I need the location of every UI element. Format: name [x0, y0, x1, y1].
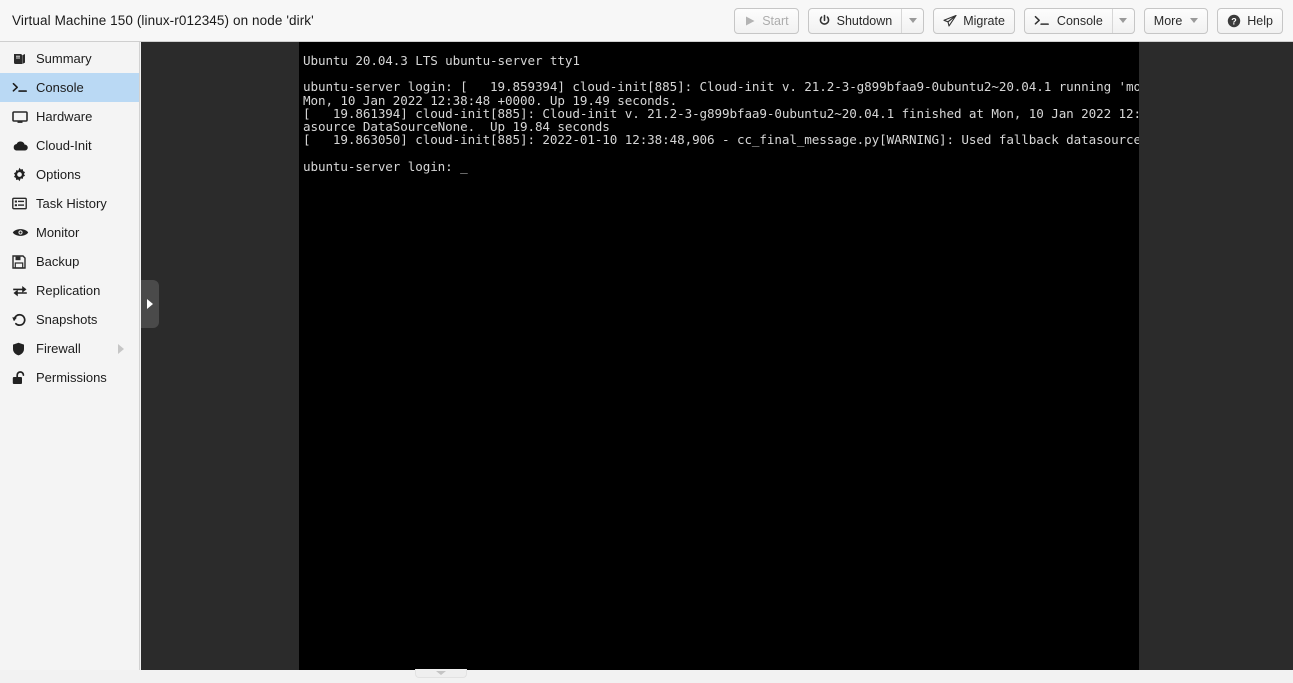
sidebar-item-label: Snapshots: [36, 312, 98, 327]
chevron-down-icon: [436, 671, 446, 675]
exchange-icon: [12, 284, 31, 298]
start-button-label: Start: [762, 13, 789, 28]
terminal-icon: [12, 81, 31, 94]
chevron-right-icon[interactable]: [118, 343, 124, 354]
sidebar-item-replication[interactable]: Replication: [0, 276, 139, 305]
terminal-screen[interactable]: Ubuntu 20.04.3 LTS ubuntu-server tty1 ub…: [299, 42, 1139, 670]
sidebar-item-console[interactable]: Console: [0, 73, 139, 102]
more-button-label: More: [1153, 13, 1183, 28]
power-icon: [818, 14, 831, 27]
shield-icon: [12, 342, 31, 356]
monitor-icon: [12, 110, 31, 124]
list-icon: [12, 197, 31, 210]
sidebar-item-label: Hardware: [36, 109, 93, 124]
start-button[interactable]: Start: [734, 7, 799, 34]
sidebar-item-label: Options: [36, 167, 81, 182]
vm-toolbar: Start Shutdown Migrate Console More ? He…: [734, 7, 1293, 34]
sidebar-item-label: Permissions: [36, 370, 107, 385]
terminal-icon: [1034, 14, 1051, 27]
help-circle-icon: ?: [1227, 14, 1241, 28]
console-pane: Ubuntu 20.04.3 LTS ubuntu-server tty1 ub…: [141, 42, 1293, 670]
help-button-label: Help: [1247, 13, 1273, 28]
sidebar-item-label: Replication: [36, 283, 101, 298]
shutdown-button-label: Shutdown: [836, 13, 893, 28]
play-icon: [744, 15, 756, 27]
chevron-down-icon: [1190, 18, 1199, 23]
console-dropdown-arrow[interactable]: [1111, 8, 1134, 33]
sidebar-item-snapshots[interactable]: Snapshots: [0, 305, 139, 334]
sidebar-item-label: Task History: [36, 196, 107, 211]
sidebar-item-label: Summary: [36, 51, 92, 66]
svg-text:?: ?: [1232, 16, 1238, 26]
sidebar-item-summary[interactable]: Summary: [0, 44, 139, 73]
sidebar-item-label: Console: [36, 80, 84, 95]
sidebar-item-task-history[interactable]: Task History: [0, 189, 139, 218]
vm-sidebar: Summary Console Hardware Cloud-Init Opti…: [0, 42, 140, 670]
sidebar-item-cloud-init[interactable]: Cloud-Init: [0, 131, 139, 160]
sidebar-item-label: Firewall: [36, 341, 81, 356]
sidebar-item-backup[interactable]: Backup: [0, 247, 139, 276]
page-title: Virtual Machine 150 (linux-r012345) on n…: [12, 13, 314, 28]
chevron-down-icon: [1119, 18, 1128, 23]
history-icon: [12, 313, 31, 327]
sidebar-item-monitor[interactable]: Monitor: [0, 218, 139, 247]
chevron-right-icon: [147, 299, 153, 309]
shutdown-button[interactable]: Shutdown: [807, 7, 925, 34]
eye-icon: [12, 227, 31, 238]
gear-icon: [12, 167, 31, 182]
console-button[interactable]: Console: [1023, 7, 1135, 34]
shutdown-dropdown-arrow[interactable]: [901, 8, 923, 33]
sidebar-item-permissions[interactable]: Permissions: [0, 363, 139, 392]
sidebar-item-options[interactable]: Options: [0, 160, 139, 189]
sidebar-item-firewall[interactable]: Firewall: [0, 334, 139, 363]
cloud-icon: [12, 140, 31, 152]
terminal-output: Ubuntu 20.04.3 LTS ubuntu-server tty1 ub…: [303, 53, 1139, 174]
bottom-collapse-handle[interactable]: [415, 669, 467, 678]
migrate-button-label: Migrate: [963, 13, 1005, 28]
bottom-strip: [0, 670, 1293, 683]
floppy-disk-icon: [12, 254, 31, 269]
migrate-button[interactable]: Migrate: [933, 7, 1015, 34]
console-button-label: Console: [1056, 13, 1103, 28]
vm-console-page: Virtual Machine 150 (linux-r012345) on n…: [0, 0, 1293, 683]
window-header: Virtual Machine 150 (linux-r012345) on n…: [0, 0, 1293, 42]
sidebar-item-label: Backup: [36, 254, 80, 269]
help-button[interactable]: ? Help: [1217, 7, 1283, 34]
sidebar-collapse-handle[interactable]: [141, 280, 159, 328]
book-icon: [12, 52, 31, 66]
sidebar-item-hardware[interactable]: Hardware: [0, 102, 139, 131]
unlock-icon: [12, 370, 31, 385]
sidebar-item-label: Monitor: [36, 225, 80, 240]
chevron-down-icon: [908, 18, 917, 23]
paper-plane-icon: [943, 14, 957, 28]
sidebar-item-label: Cloud-Init: [36, 138, 92, 153]
more-button[interactable]: More: [1143, 7, 1209, 34]
